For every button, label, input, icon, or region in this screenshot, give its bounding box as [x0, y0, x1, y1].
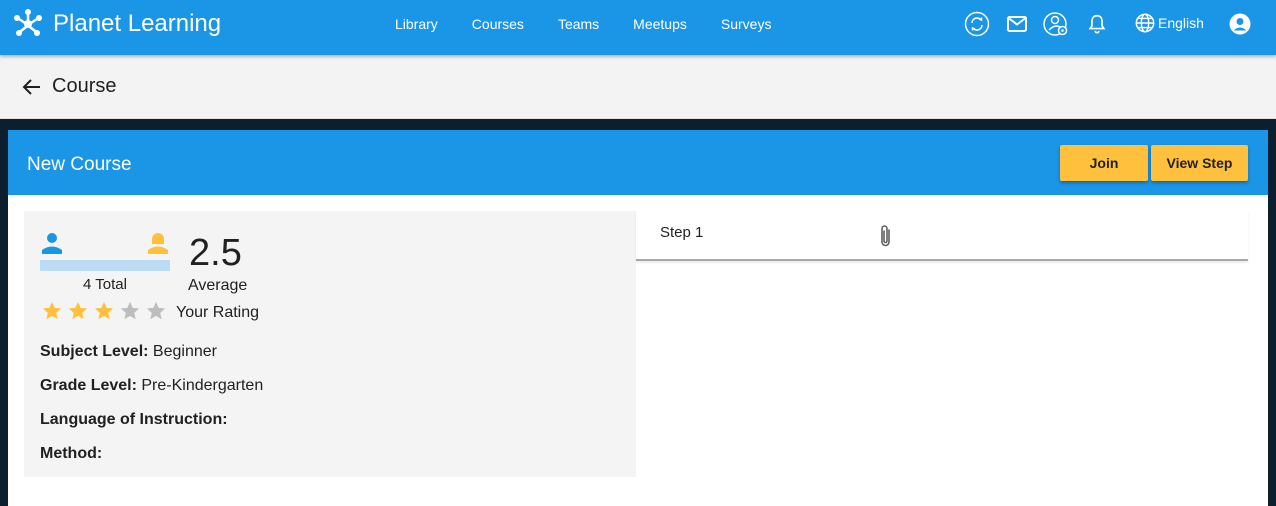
course-info-panel: 4 Total 2.5 Average Your Rating Subject … — [24, 211, 636, 477]
language-label: English — [1158, 15, 1204, 31]
star-filled-icon[interactable] — [41, 300, 63, 322]
join-button[interactable]: Join — [1060, 145, 1148, 181]
top-toolbar: Planet Learning Library Courses Teams Me… — [0, 0, 1276, 55]
course-title: New Course — [27, 154, 132, 175]
star-filled-icon[interactable] — [67, 300, 89, 322]
star-empty-icon[interactable] — [145, 300, 167, 322]
attachment-icon — [881, 225, 890, 247]
nav-item-library[interactable]: Library — [378, 0, 455, 48]
nav-item-courses[interactable]: Courses — [455, 0, 541, 48]
language-row: Language of Instruction: — [40, 411, 228, 429]
rating-distribution-bar — [40, 260, 170, 271]
nav-item-meetups[interactable]: Meetups — [616, 0, 704, 48]
meta-value: Beginner — [148, 343, 217, 360]
subject-level-row: Subject Level: Beginner — [40, 343, 217, 361]
sync-icon[interactable] — [964, 11, 990, 37]
user-settings-icon[interactable] — [1043, 11, 1069, 37]
your-rating-label: Your Rating — [176, 304, 260, 321]
star-rating[interactable] — [41, 300, 171, 322]
account-icon[interactable] — [1227, 11, 1253, 37]
meta-label: Method: — [40, 445, 103, 462]
view-step-button[interactable]: View Step — [1151, 145, 1248, 181]
course-content: 4 Total 2.5 Average Your Rating Subject … — [8, 195, 1268, 506]
female-user-icon — [148, 233, 168, 254]
back-arrow-icon[interactable] — [20, 75, 44, 99]
globe-icon — [1135, 13, 1155, 33]
bell-icon[interactable] — [1084, 11, 1110, 37]
meta-label: Language of Instruction: — [40, 411, 228, 428]
star-filled-icon[interactable] — [93, 300, 115, 322]
main-nav: Library Courses Teams Meetups Surveys — [378, 0, 788, 48]
grade-level-row: Grade Level: Pre-Kindergarten — [40, 377, 263, 395]
planet-logo-icon — [14, 9, 42, 36]
page-header: Course — [0, 55, 1276, 119]
brand[interactable]: Planet Learning — [11, 7, 221, 41]
method-row: Method: — [40, 445, 102, 463]
meta-label: Grade Level: — [40, 377, 137, 394]
page-title: Course — [52, 75, 117, 97]
rating-average-label: Average — [188, 277, 248, 294]
male-user-icon — [42, 233, 62, 254]
nav-item-surveys[interactable]: Surveys — [704, 0, 789, 48]
meta-value: Pre-Kindergarten — [136, 377, 264, 394]
rating-total: 4 Total — [83, 276, 127, 293]
app-name: Planet Learning — [53, 10, 222, 37]
step-label: Step 1 — [660, 224, 704, 241]
meta-label: Subject Level: — [40, 343, 149, 360]
mail-icon[interactable] — [1004, 11, 1030, 37]
step-item[interactable]: Step 1 — [636, 211, 1248, 261]
star-empty-icon[interactable] — [119, 300, 141, 322]
nav-item-teams[interactable]: Teams — [541, 0, 616, 48]
rating-average-value: 2.5 — [189, 232, 242, 274]
language-selector[interactable]: English — [1134, 12, 1204, 34]
course-header: New Course Join View Step — [8, 130, 1268, 195]
